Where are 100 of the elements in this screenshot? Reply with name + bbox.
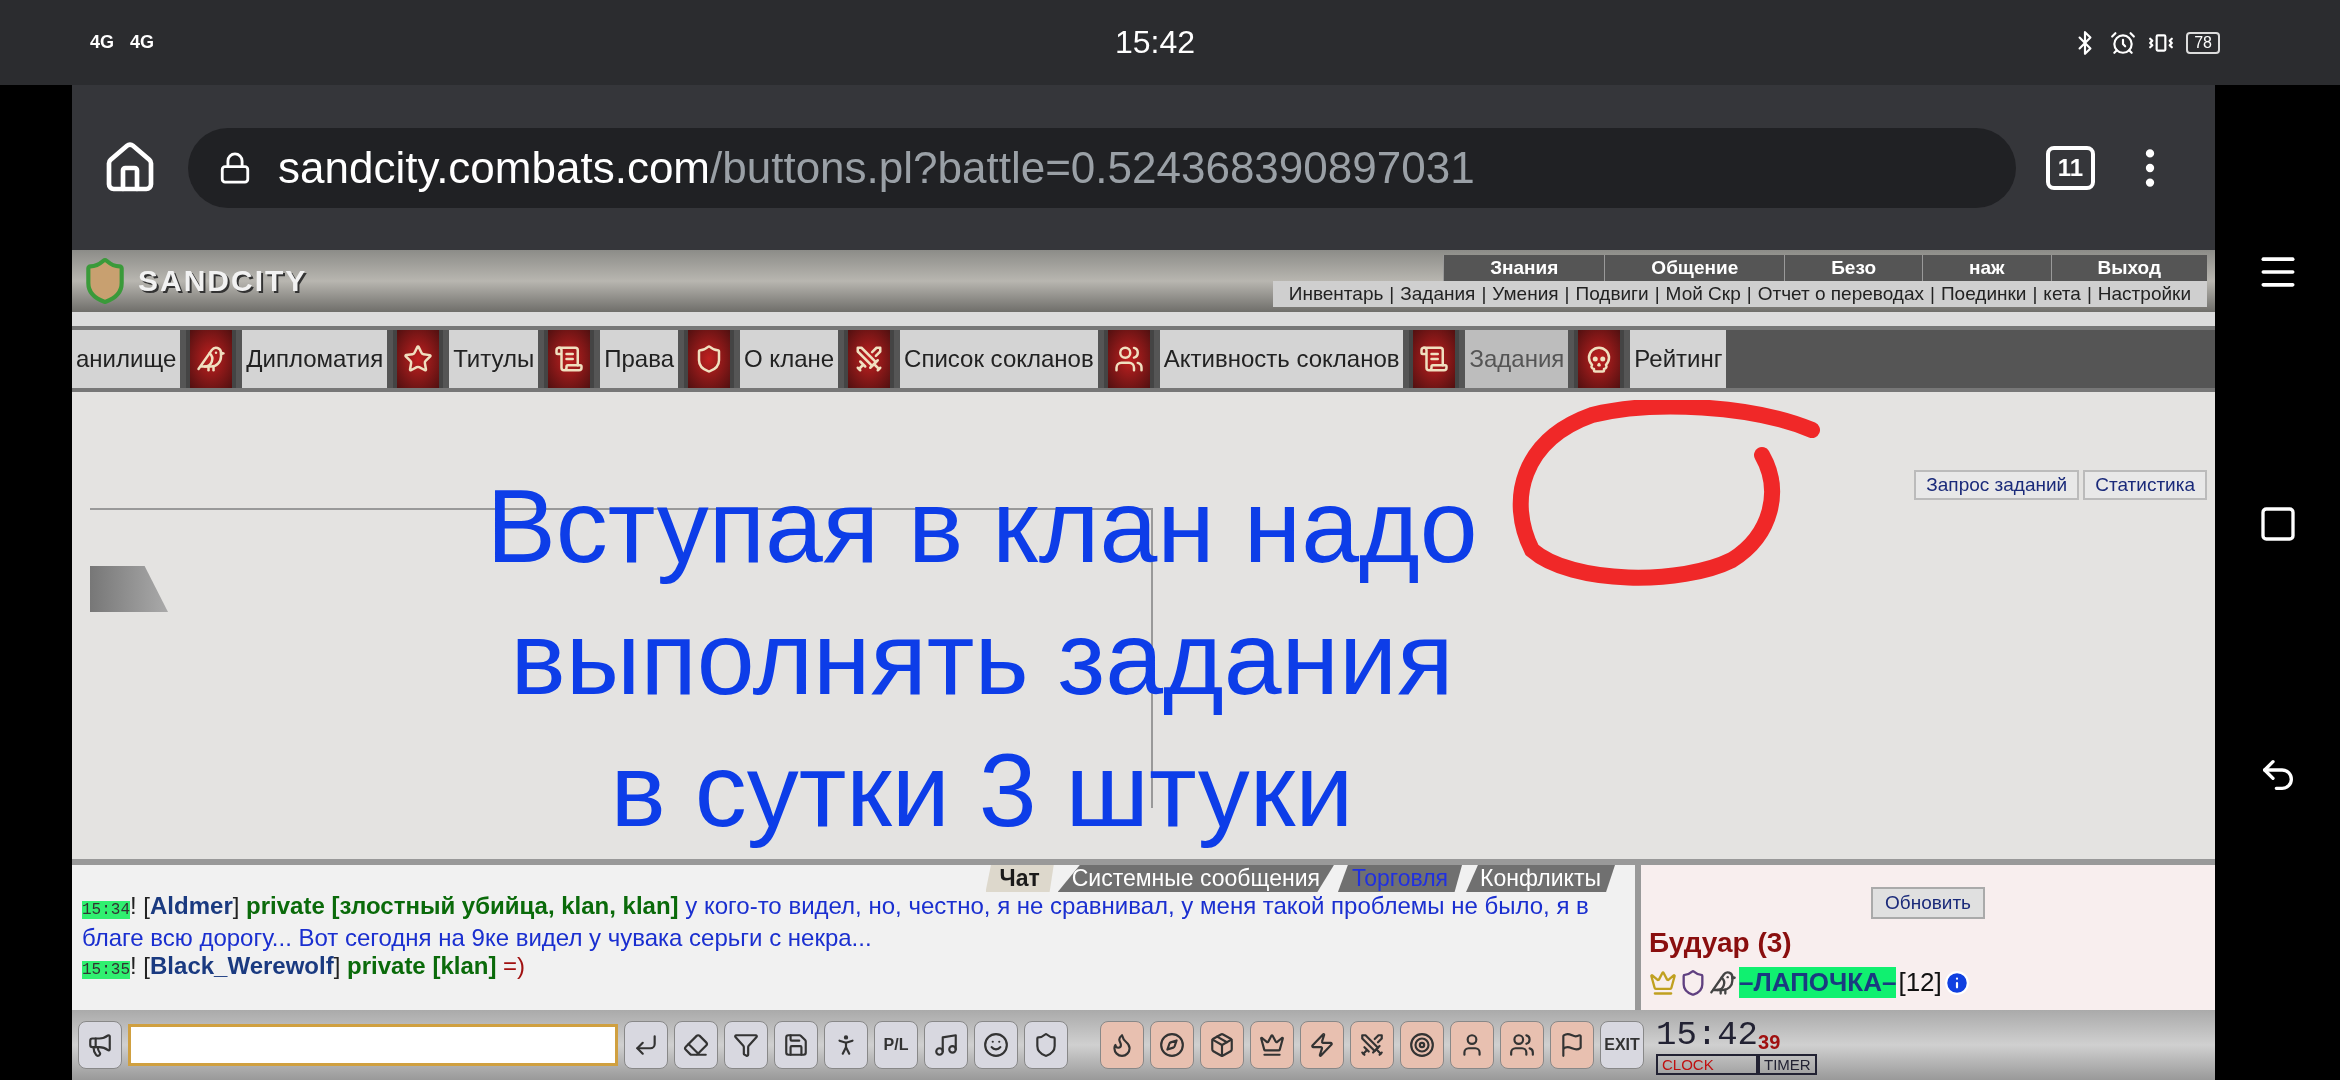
- clan-tab[interactable]: Титулы: [449, 330, 539, 388]
- filter-icon: [733, 1032, 759, 1058]
- lock-icon: [218, 150, 252, 185]
- content-button[interactable]: Запрос заданий: [1914, 470, 2080, 500]
- enter-icon: [633, 1032, 659, 1058]
- menu-link[interactable]: Умения: [1492, 283, 1559, 305]
- action-button[interactable]: [1100, 1021, 1144, 1069]
- save-icon: [783, 1032, 809, 1058]
- helmet-button[interactable]: [1024, 1021, 1068, 1069]
- action-icon: [1209, 1032, 1235, 1058]
- smiley-icon: [983, 1032, 1009, 1058]
- action-icon: [1159, 1032, 1185, 1058]
- action-button[interactable]: [1550, 1021, 1594, 1069]
- chat-tab[interactable]: Конфликты: [1466, 865, 1615, 892]
- action-icon: [1309, 1032, 1335, 1058]
- action-button[interactable]: [1450, 1021, 1494, 1069]
- shield-icon: [1033, 1032, 1059, 1058]
- action-button[interactable]: [1200, 1021, 1244, 1069]
- action-button[interactable]: [1300, 1021, 1344, 1069]
- sound-button[interactable]: [924, 1021, 968, 1069]
- pl-button[interactable]: P/L: [874, 1021, 918, 1069]
- clock-label: CLOCK: [1656, 1053, 1759, 1075]
- menu-link[interactable]: Отчет о переводах: [1757, 283, 1924, 305]
- url-field[interactable]: sandcity.combats.com/buttons.pl?battle=0.524368390897031: [188, 127, 2016, 208]
- alarm-icon: [2110, 29, 2137, 56]
- refresh-button[interactable]: Обновить: [1871, 887, 1985, 919]
- menu-separator: |: [2086, 283, 2092, 305]
- eraser-icon: [683, 1032, 709, 1058]
- menu-separator: |: [1654, 283, 1660, 305]
- action-icon: [1559, 1032, 1585, 1058]
- overlay-caption: в сутки 3 штуки: [610, 731, 1354, 850]
- action-button[interactable]: [1500, 1021, 1544, 1069]
- menu-separator: |: [1389, 283, 1395, 305]
- chat-tab[interactable]: Системные сообщения: [1057, 865, 1334, 892]
- filter-button[interactable]: [724, 1021, 768, 1069]
- menu-separator: |: [1481, 283, 1487, 305]
- overlay-caption: Вступая в клан надо: [486, 467, 1478, 586]
- save-button[interactable]: [774, 1021, 818, 1069]
- network-signal: 4G: [90, 32, 114, 53]
- overlay-caption: выполнять задания: [510, 599, 1454, 718]
- menu-link[interactable]: Задания: [1400, 283, 1476, 305]
- network-signal: 4G: [130, 32, 155, 53]
- eraser-button[interactable]: [674, 1021, 718, 1069]
- menu-link[interactable]: кета: [2043, 283, 2081, 305]
- chat-message: 15:34! [Aldmer] private [злостный убийца, klan, klan] у кого-то видел, но, честно, я не сравнивал, у меня такой проблемы не было, я в благе всю дорогу... Вот сегодня на 9ке видел у чувака серьги с некра...: [82, 892, 1590, 952]
- avatar-icon: [1709, 968, 1737, 997]
- clock-seconds: 39: [1758, 1030, 1782, 1054]
- chat-input[interactable]: [128, 1024, 618, 1066]
- clan-tab[interactable]: Задания: [1465, 330, 1569, 388]
- menu-link[interactable]: Настройки: [2097, 283, 2191, 305]
- action-icon: [1509, 1032, 1535, 1058]
- action-button[interactable]: [1150, 1021, 1194, 1069]
- tab-emblem-icon: [684, 330, 735, 388]
- menu-separator: |: [1930, 283, 1935, 305]
- tab-emblem-icon: [544, 330, 595, 388]
- person-button[interactable]: [824, 1021, 868, 1069]
- status-time: 15:42: [1113, 24, 1197, 61]
- room-title: Будуар (3): [1649, 927, 1793, 959]
- menu-separator: |: [1564, 283, 1570, 305]
- menu-separator: |: [2032, 283, 2038, 305]
- clan-tab[interactable]: Права: [600, 330, 679, 388]
- menu-separator: |: [1746, 283, 1752, 305]
- content-button[interactable]: Статистика: [2083, 470, 2207, 500]
- clan-tab[interactable]: Список сокланов: [900, 330, 1098, 388]
- menu-link[interactable]: Мой Скр: [1665, 283, 1741, 305]
- clan-tab[interactable]: Рейтинг: [1630, 330, 1727, 388]
- chat-tab[interactable]: Чат: [985, 865, 1054, 892]
- clan-tab[interactable]: О клане: [740, 330, 839, 388]
- action-button[interactable]: [1350, 1021, 1394, 1069]
- action-button[interactable]: [1250, 1021, 1294, 1069]
- exit-button[interactable]: EXIT: [1600, 1021, 1644, 1069]
- menu-link[interactable]: Подвиги: [1575, 283, 1649, 305]
- chat-message: 15:35! [Black_Werewolf] private [klan] =): [82, 952, 527, 981]
- action-icon: [1259, 1032, 1285, 1058]
- tab-emblem-icon: [1409, 330, 1460, 388]
- user-name[interactable]: –ЛАПОЧКА–: [1739, 967, 1897, 998]
- game-clock: 15:42: [1656, 1015, 1759, 1054]
- speak-button[interactable]: [78, 1021, 122, 1069]
- music-icon: [933, 1032, 959, 1058]
- action-button[interactable]: [1400, 1021, 1444, 1069]
- menu-link[interactable]: Инвентарь: [1288, 283, 1384, 305]
- action-icon: [1359, 1032, 1385, 1058]
- megaphone-icon: [87, 1032, 113, 1058]
- smiley-button[interactable]: [974, 1021, 1018, 1069]
- tab-emblem-icon: [186, 330, 237, 388]
- battery-level: 78: [2186, 31, 2220, 54]
- tab-emblem-icon: [1103, 330, 1154, 388]
- menu-link[interactable]: Поединки: [1940, 283, 2027, 305]
- enter-button[interactable]: [624, 1021, 668, 1069]
- logo: SANDCITY: [138, 264, 308, 298]
- rank-icon: [1649, 968, 1677, 997]
- clan-tab[interactable]: Дипломатия: [242, 330, 388, 388]
- clan-tab[interactable]: Активность сокланов: [1159, 330, 1404, 388]
- tab-emblem-icon: [1574, 330, 1625, 388]
- tab-emblem-icon: [393, 330, 444, 388]
- timer-label: TIMER: [1758, 1053, 1817, 1075]
- clan-tab[interactable]: анилище: [72, 330, 181, 388]
- tab-count[interactable]: 11: [2045, 145, 2095, 190]
- action-icon: [1409, 1032, 1435, 1058]
- info-icon[interactable]: [1943, 969, 1970, 996]
